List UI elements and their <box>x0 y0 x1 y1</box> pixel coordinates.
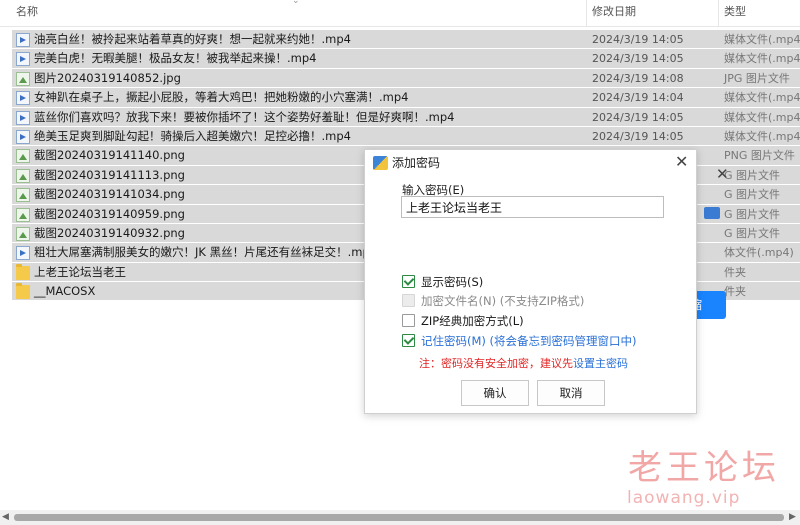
option-label: 记住密码(M) (将会备忘到密码管理窗口中) <box>421 334 637 348</box>
file-name: 截图20240319141034.png <box>34 187 185 202</box>
horizontal-scrollbar[interactable]: ◀ ▶ <box>0 510 800 525</box>
watermark-logo: 老王论坛 <box>628 448 780 488</box>
option-label: 加密文件名(N) (不支持ZIP格式) <box>421 294 585 308</box>
file-type: 件夹 <box>724 285 746 299</box>
add-password-dialog: 添加密码 ✕ 输入密码(E) 显示密码(S) 加密文件名(N) (不支持ZIP格… <box>364 149 697 414</box>
file-row[interactable]: 蓝丝你们喜欢吗？放我下来！要被你插坏了！这个姿势好羞耻！但是好爽啊！.mp4 20… <box>12 107 800 127</box>
close-icon[interactable]: ✕ <box>716 165 729 183</box>
file-type: 媒体文件(.mp4) <box>724 129 800 143</box>
file-type: PNG 图片文件 <box>724 149 795 163</box>
sort-arrow-icon: ⌄ <box>292 0 300 6</box>
set-master-password-link[interactable]: 设置主密码 <box>573 357 628 370</box>
image-file-icon <box>16 226 30 241</box>
column-header-date[interactable]: 修改日期 <box>592 0 636 26</box>
file-name: 绝美玉足爽到脚趾勾起！骑操后入超美嫩穴！足控必撸！.mp4 <box>34 128 351 143</box>
archive-app-icon <box>373 156 388 170</box>
image-file-icon <box>16 168 30 183</box>
file-date: 2024/3/19 14:05 <box>592 33 684 46</box>
file-type: G 图片文件 <box>724 168 781 182</box>
file-name: 粗壮大屌塞满制服美女的嫩穴！JK 黑丝！片尾还有丝袜足交！.mp4 <box>34 245 378 260</box>
file-name: 油亮白丝！被拎起来站着草真的好爽！想一起就来约她！.mp4 <box>34 32 351 46</box>
file-row[interactable]: 油亮白丝！被拎起来站着草真的好爽！想一起就来约她！.mp4 2024/3/19 1… <box>12 30 800 50</box>
security-note: 注：密码没有安全加密，建议先设置主密码 <box>419 355 628 371</box>
video-file-icon <box>16 91 30 106</box>
file-name: 女神趴在桌子上，撅起小屁股，等着大鸡巴！把她粉嫩的小穴塞满！.mp4 <box>34 90 409 105</box>
option-label: ZIP经典加密方式(L) <box>421 314 524 328</box>
image-file-icon <box>16 188 30 203</box>
file-type: 媒体文件(.mp4) <box>724 33 800 46</box>
video-file-icon <box>16 246 30 261</box>
file-row[interactable]: 图片20240319140852.jpg 2024/3/19 14:08 JPG 图… <box>12 68 800 89</box>
video-file-icon <box>16 129 30 144</box>
file-type: JPG 图片文件 <box>724 71 790 85</box>
file-name: 完美白虎！无暇美腿！极品女友！被我举起来操！.mp4 <box>34 51 317 66</box>
column-header-type[interactable]: 类型 <box>724 0 746 26</box>
close-icon[interactable]: ✕ <box>675 152 688 171</box>
file-type: G 图片文件 <box>724 207 781 221</box>
file-date: 2024/3/19 14:04 <box>592 91 684 105</box>
file-date: 2024/3/19 14:08 <box>592 71 684 85</box>
browse-folder-icon[interactable] <box>704 207 720 219</box>
file-name: 上老王论坛当老王 <box>34 264 126 279</box>
watermark-url: laowang.vip <box>627 488 741 508</box>
file-type: 体文件(.mp4) <box>724 246 794 260</box>
confirm-button[interactable]: 确认 <box>461 380 529 406</box>
video-file-icon <box>16 52 30 67</box>
file-type: 媒体文件(.mp4) <box>724 91 800 105</box>
file-name: 图片20240319140852.jpg <box>34 70 181 85</box>
zip-classic-checkbox[interactable] <box>402 314 415 327</box>
file-date: 2024/3/19 14:05 <box>592 110 684 124</box>
file-name: 截图20240319141140.png <box>34 148 185 163</box>
file-row[interactable]: 完美白虎！无暇美腿！极品女友！被我举起来操！.mp4 2024/3/19 14:0… <box>12 49 800 69</box>
option-label: 显示密码(S) <box>421 275 484 289</box>
file-date: 2024/3/19 14:05 <box>592 129 684 143</box>
folder-icon <box>16 283 30 300</box>
scrollbar-thumb[interactable] <box>14 514 784 521</box>
password-input[interactable] <box>401 196 664 218</box>
note-text: 注：密码没有安全加密，建议先 <box>419 357 573 370</box>
video-file-icon <box>16 33 30 47</box>
remember-password-checkbox[interactable] <box>402 334 415 347</box>
encrypt-filenames-checkbox <box>402 294 415 307</box>
image-file-icon <box>16 71 30 86</box>
cancel-button[interactable]: 取消 <box>537 380 605 406</box>
file-row[interactable]: 绝美玉足爽到脚趾勾起！骑操后入超美嫩穴！足控必撸！.mp4 2024/3/19 1… <box>12 126 800 147</box>
file-row[interactable]: 女神趴在桌子上，撅起小屁股，等着大鸡巴！把她粉嫩的小穴塞满！.mp4 2024/3… <box>12 88 800 108</box>
file-type: 件夹 <box>724 265 746 279</box>
show-password-checkbox[interactable] <box>402 275 415 288</box>
image-file-icon <box>16 207 30 222</box>
scroll-left-icon[interactable]: ◀ <box>2 512 9 522</box>
file-name: 蓝丝你们喜欢吗？放我下来！要被你插坏了！这个姿势好羞耻！但是好爽啊！.mp4 <box>34 109 455 124</box>
file-type: 媒体文件(.mp4) <box>724 110 800 124</box>
file-type: G 图片文件 <box>724 226 781 240</box>
image-file-icon <box>16 149 30 164</box>
file-type: 媒体文件(.mp4) <box>724 52 800 66</box>
column-header-name[interactable]: 名称 <box>16 0 38 26</box>
column-divider[interactable] <box>586 0 587 26</box>
file-name: 截图20240319140959.png <box>34 206 185 221</box>
column-divider[interactable] <box>718 0 719 26</box>
file-date: 2024/3/19 14:05 <box>592 52 684 66</box>
file-name: 截图20240319141113.png <box>34 167 185 182</box>
folder-icon <box>16 263 30 280</box>
file-name: __MACOSX <box>34 284 96 299</box>
file-list-header: 名称 ⌄ 修改日期 类型 <box>0 0 800 27</box>
dialog-title: 添加密码 <box>392 156 441 170</box>
scroll-right-icon[interactable]: ▶ <box>789 512 796 522</box>
dialog-titlebar: 添加密码 ✕ <box>365 150 696 178</box>
video-file-icon <box>16 110 30 125</box>
file-name: 截图20240319140932.png <box>34 225 185 240</box>
file-type: G 图片文件 <box>724 188 781 202</box>
